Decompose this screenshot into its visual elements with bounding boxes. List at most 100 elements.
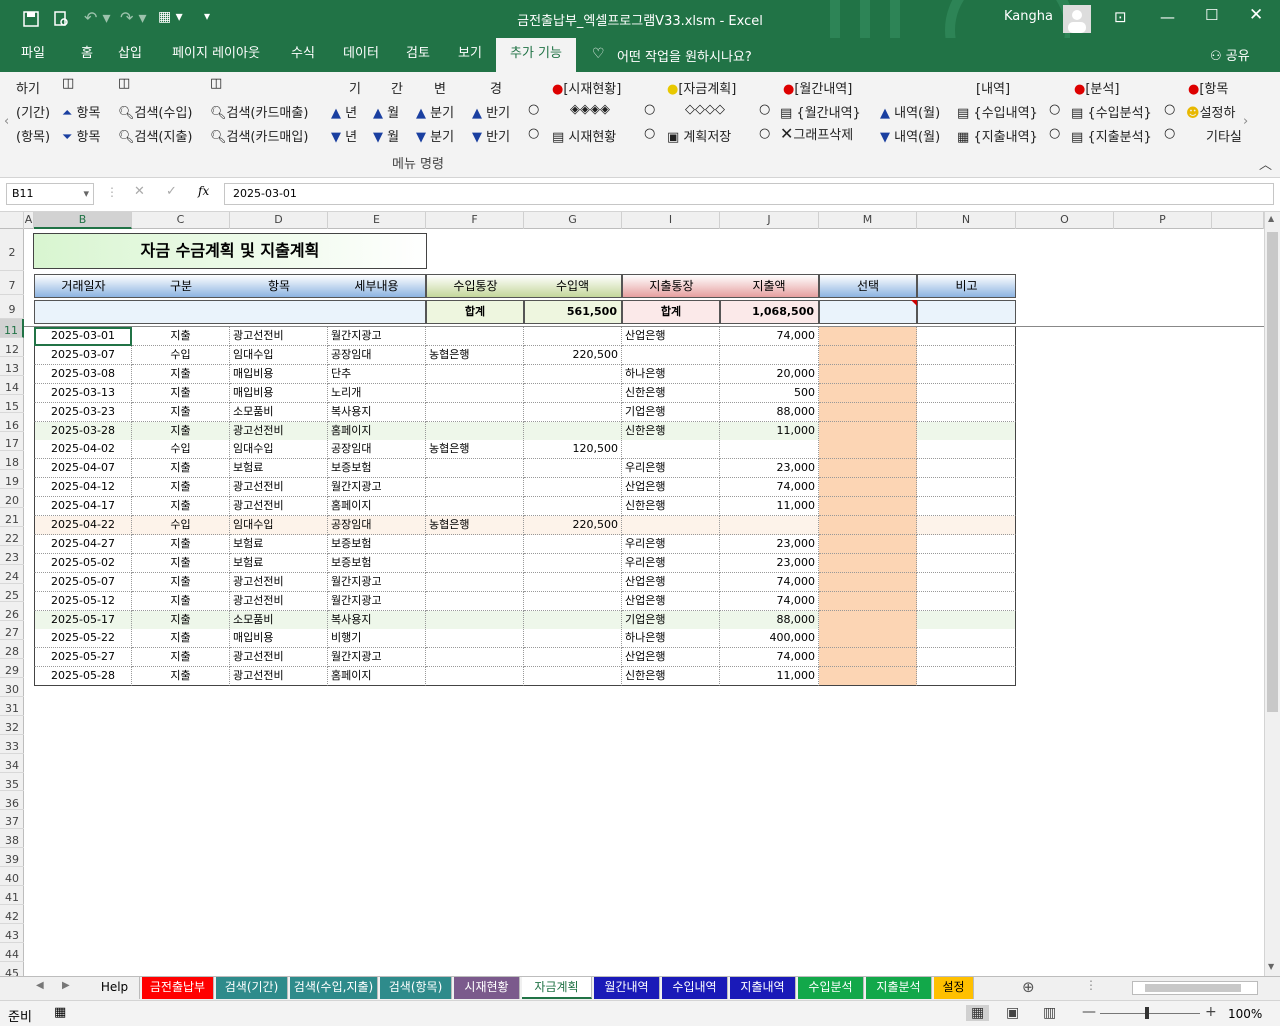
ribbon-btn-items[interactable]: ●[항목 [1188,78,1228,97]
table-cell[interactable] [524,648,622,668]
table-cell[interactable]: 월간지광고 [328,648,426,668]
radio-option[interactable]: ○ [759,102,770,117]
ribbon-btn-monthly-details[interactable]: ▤ {월간내역} [780,102,861,121]
table-cell[interactable] [426,364,524,384]
table-cell[interactable] [524,459,622,479]
table-cell[interactable]: 노리개 [328,383,426,403]
table-cell[interactable] [720,440,819,460]
row-header-37[interactable]: 37 [0,810,24,830]
table-cell[interactable] [917,648,1016,668]
column-header-cell[interactable]: 비고 [917,274,1016,298]
col-header-G[interactable]: G [524,212,622,229]
row-header-21[interactable]: 21 [0,508,24,527]
sheet-tab[interactable]: 금전출납부 [142,977,214,999]
table-cell[interactable] [524,478,622,498]
zoom-in-icon[interactable]: + [1205,1004,1217,1020]
table-cell[interactable] [622,345,720,365]
select-cell[interactable] [819,534,917,554]
ribbon-display-options-icon[interactable]: ⊡ [1114,8,1127,26]
radio-option[interactable]: ○ [644,126,655,141]
table-cell[interactable] [524,327,622,346]
window-icon[interactable]: ◫ [118,76,130,91]
table-cell[interactable]: 단추 [328,364,426,384]
tell-me-box[interactable]: 어떤 작업을 원하시나요? [617,46,752,65]
row-header-15[interactable]: 15 [0,395,24,414]
table-cell[interactable]: 지출 [132,383,230,403]
row-header-18[interactable]: 18 [0,451,24,471]
table-cell[interactable]: 공장임대 [328,345,426,365]
table-cell[interactable] [917,345,1016,365]
table-cell[interactable]: 2025-05-02 [34,553,132,573]
select-cell[interactable] [819,553,917,573]
radio-option[interactable]: ○ [1164,126,1175,141]
select-cell[interactable] [819,421,917,441]
table-cell[interactable]: 120,500 [524,440,622,460]
table-cell[interactable] [524,364,622,384]
ribbon-btn-month-up[interactable]: ▲ 월 [373,102,399,121]
table-cell[interactable] [524,553,622,573]
sheet-tab[interactable]: 설정 [934,977,974,999]
ribbon-btn-diamonds-filled[interactable]: ◈◈◈◈ [570,102,610,117]
select-cell[interactable] [819,345,917,365]
table-cell[interactable] [917,572,1016,592]
totals-cell[interactable] [819,300,917,324]
table-cell[interactable]: 2025-05-28 [34,667,132,687]
sheet-tab[interactable]: 시재현황 [454,977,520,999]
table-cell[interactable]: 수입 [132,516,230,535]
select-cell[interactable] [819,478,917,498]
fx-icon[interactable]: fx [198,184,209,198]
prev-sheet-icon[interactable]: ◀ [36,980,44,991]
table-cell[interactable]: 지출 [132,648,230,668]
table-cell[interactable]: 하나은행 [622,629,720,649]
sheet-tab[interactable]: 수입내역 [662,977,728,999]
table-cell[interactable]: 광고선전비 [230,478,328,498]
table-cell[interactable]: 우리은행 [622,459,720,479]
ribbon-btn-quarter-up[interactable]: ▲ 분기 [416,102,454,121]
table-cell[interactable]: 2025-03-23 [34,402,132,422]
tab-review[interactable]: 검토 [396,38,440,72]
macro-record-icon[interactable]: ▦ [54,1005,66,1020]
table-cell[interactable] [524,667,622,687]
table-cell[interactable] [917,516,1016,535]
table-cell[interactable] [426,497,524,517]
col-header-partial[interactable] [1212,212,1264,229]
table-cell[interactable]: 88,000 [720,402,819,422]
table-cell[interactable]: 산업은행 [622,648,720,668]
row-header-29[interactable]: 29 [0,659,24,679]
scroll-left-icon[interactable]: ‹ [4,114,9,129]
row-header-42[interactable]: 42 [0,905,24,924]
col-header-D[interactable]: D [230,212,328,229]
ribbon-btn-income-details[interactable]: ▤ {수입내역} [957,102,1038,121]
column-header-cell[interactable]: 거래일자 [34,274,132,298]
table-cell[interactable]: 산업은행 [622,591,720,611]
ribbon-btn-other[interactable]: 기타실 [1206,126,1242,145]
table-cell[interactable]: 기업은행 [622,402,720,422]
row-header-39[interactable]: 39 [0,848,24,868]
table-cell[interactable] [426,478,524,498]
select-cell[interactable] [819,497,917,517]
table-cell[interactable]: 2025-05-17 [34,610,132,630]
ribbon-btn-search-expense[interactable]: 🔍︎검색(지출) [118,126,193,145]
table-cell[interactable]: 광고선전비 [230,667,328,687]
table-cell[interactable]: 보험료 [230,553,328,573]
minimize-icon[interactable]: — [1160,8,1175,26]
row-header-28[interactable]: 28 [0,640,24,660]
user-name[interactable]: Kangha [1004,9,1053,24]
table-cell[interactable] [426,421,524,441]
table-cell[interactable] [426,402,524,422]
table-cell[interactable] [917,497,1016,517]
tab-formulas[interactable]: 수식 [280,38,326,72]
ribbon-btn-delete-graph[interactable]: ✕그래프삭제 [780,124,853,143]
table-cell[interactable]: 지출 [132,497,230,517]
scroll-up-icon[interactable]: ▲ [1268,214,1274,223]
table-cell[interactable]: 74,000 [720,327,819,346]
check-icon[interactable]: ✓ [166,184,177,199]
select-cell[interactable] [819,459,917,479]
table-cell[interactable]: 지출 [132,327,230,346]
table-cell[interactable]: 보증보험 [328,553,426,573]
column-header-cell[interactable]: 항목 [230,274,328,298]
table-cell[interactable]: 2025-03-13 [34,383,132,403]
table-cell[interactable]: 월간지광고 [328,327,426,346]
column-header-cell[interactable]: 세부내용 [328,274,426,298]
collapse-ribbon-icon[interactable]: ︿ [1259,154,1272,173]
